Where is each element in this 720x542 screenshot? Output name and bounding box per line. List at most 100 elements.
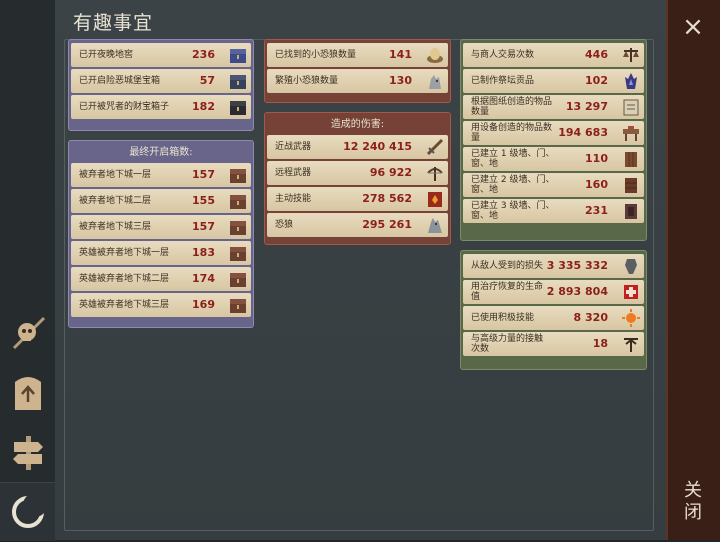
stat-label: 已使用积极技能 [471, 313, 535, 323]
close-icon[interactable]: × [680, 14, 706, 40]
stat-value: 102 [585, 74, 608, 87]
stat-value: 18 [592, 337, 608, 350]
stat-row: 与商人交易次数 446 [463, 43, 644, 67]
stat-value: 236 [192, 48, 215, 61]
wall-3-icon [621, 201, 641, 221]
stat-label: 用设备创造的物品数量 [471, 123, 553, 143]
stat-row: 已制作祭坛贡品 102 [463, 69, 644, 93]
stat-row: 已开启险恶城堡宝箱 57 [71, 69, 251, 93]
stat-value: 169 [192, 298, 215, 311]
stat-label: 被弃者地下城二层 [79, 196, 152, 206]
combat-group: 从敌人受到的损失 3 335 332 用治疗恢复的生命值 2 893 804 已使用积极… [460, 250, 647, 370]
stat-row: 繁殖小恐狼数量 130 [267, 69, 448, 93]
stat-label: 已制作祭坛贡品 [471, 76, 535, 86]
totem-icon [621, 334, 641, 354]
crescent-moon-icon[interactable] [0, 482, 55, 542]
stat-row: 已开夜晚地窖 236 [71, 43, 251, 67]
stat-value: 110 [585, 152, 608, 165]
stat-value: 96 922 [369, 166, 412, 179]
damage-group: 造成的伤害: 近战武器 12 240 415 远程武器 96 922 主动技能 278 56… [264, 112, 451, 245]
stat-row: 已开被咒者的财宝箱子 182 [71, 95, 251, 119]
wolf-pup-icon [425, 71, 445, 91]
stat-row: 近战武器 12 240 415 [267, 135, 448, 159]
stat-label: 已建立 1 级墙、门、窗、地 [471, 149, 555, 169]
stat-label: 根据图纸创造的物品数量 [471, 97, 553, 117]
stat-label: 被弃者地下城一层 [79, 170, 152, 180]
stat-value: 183 [192, 246, 215, 259]
stat-value: 174 [192, 272, 215, 285]
stat-label: 被弃者地下城三层 [79, 222, 152, 232]
stat-value: 231 [585, 204, 608, 217]
stat-label: 远程武器 [275, 168, 312, 178]
stat-value: 446 [585, 48, 608, 61]
chest-icon [228, 217, 248, 237]
stat-label: 已建立 2 级墙、门、窗、地 [471, 175, 555, 195]
stat-row: 与高级力量的接触次数 18 [463, 332, 644, 356]
stat-row: 恐狼 295 261 [267, 213, 448, 237]
wolf-icon [425, 215, 445, 235]
stat-label: 从敌人受到的损失 [471, 261, 544, 271]
stat-row: 远程武器 96 922 [267, 161, 448, 185]
melee-weapon-icon [425, 137, 445, 157]
stat-row: 被弃者地下城三层 157 [71, 215, 251, 239]
stat-value: 182 [192, 100, 215, 113]
stat-value: 130 [389, 74, 412, 87]
skill-book-icon [425, 189, 445, 209]
workbench-icon [621, 123, 641, 143]
chest-icon [228, 165, 248, 185]
stat-row: 主动技能 278 562 [267, 187, 448, 211]
final-chests-group: 最终开启箱数: 被弃者地下城一层 157 被弃者地下城二层 155 被弃者地下城三层 157… [68, 140, 254, 328]
stat-value: 12 240 415 [343, 140, 412, 153]
wall-1-icon [621, 149, 641, 169]
scales-icon [621, 45, 641, 65]
stat-row: 用治疗恢复的生命值 2 893 804 [463, 280, 644, 304]
stat-row: 已建立 3 级墙、门、窗、地 231 [463, 199, 644, 223]
stat-label: 与商人交易次数 [471, 50, 535, 60]
chest-icon [228, 295, 248, 315]
stat-value: 160 [585, 178, 608, 191]
stat-row: 用设备创造的物品数量 194 683 [463, 121, 644, 145]
stat-value: 194 683 [558, 126, 608, 139]
heal-cross-icon [621, 282, 641, 302]
stat-value: 295 261 [362, 218, 412, 231]
stat-label: 主动技能 [275, 194, 312, 204]
damage-taken-icon [621, 256, 641, 276]
signpost-icon[interactable] [0, 422, 55, 482]
stat-label: 英雄被弃者地下城一层 [79, 248, 170, 258]
close-panel[interactable] [666, 0, 720, 540]
cursed-chest-icon [228, 97, 248, 117]
stat-row: 已建立 2 级墙、门、窗、地 160 [463, 173, 644, 197]
stat-label: 用治疗恢复的生命值 [471, 282, 544, 302]
skull-spear-icon[interactable] [0, 302, 55, 362]
stat-row: 已使用积极技能 8 320 [463, 306, 644, 330]
stat-label: 已找到的小恐狼数量 [275, 50, 357, 60]
stat-value: 155 [192, 194, 215, 207]
stat-value: 141 [389, 48, 412, 61]
close-button[interactable]: 关闭 [681, 480, 705, 524]
stat-row: 被弃者地下城二层 155 [71, 189, 251, 213]
stat-label: 繁殖小恐狼数量 [275, 76, 339, 86]
stat-row: 英雄被弃者地下城三层 169 [71, 293, 251, 317]
stat-value: 13 297 [565, 100, 608, 113]
stat-row: 被弃者地下城一层 157 [71, 163, 251, 187]
totem-stone-icon[interactable] [0, 362, 55, 422]
stat-row: 英雄被弃者地下城二层 174 [71, 267, 251, 291]
stat-row: 已建立 1 级墙、门、窗、地 110 [463, 147, 644, 171]
wall-2-icon [621, 175, 641, 195]
stat-value: 3 335 332 [546, 259, 608, 272]
stat-label: 英雄被弃者地下城三层 [79, 300, 170, 310]
stat-label: 英雄被弃者地下城二层 [79, 274, 170, 284]
stat-value: 8 320 [573, 311, 608, 324]
stat-row: 根据图纸创造的物品数量 13 297 [463, 95, 644, 119]
stat-value: 278 562 [362, 192, 412, 205]
altar-icon [621, 71, 641, 91]
stat-label: 已开被咒者的财宝箱子 [79, 102, 170, 112]
stat-value: 57 [199, 74, 215, 87]
castle-chest-icon [228, 71, 248, 91]
stat-value: 2 893 804 [546, 285, 608, 298]
stat-label: 已开夜晚地窖 [79, 50, 134, 60]
stat-row: 已找到的小恐狼数量 141 [267, 43, 448, 67]
chest-icon [228, 243, 248, 263]
stat-label: 恐狼 [275, 220, 294, 230]
stat-value: 157 [192, 220, 215, 233]
